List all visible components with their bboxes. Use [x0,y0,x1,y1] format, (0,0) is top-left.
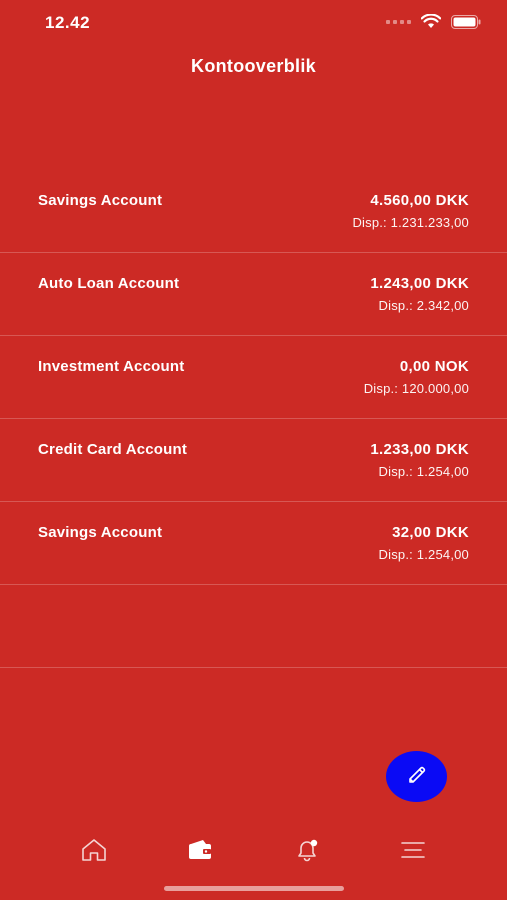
battery-icon [451,14,481,29]
account-name: Savings Account [38,192,163,209]
status-bar: 12.42 [0,0,507,46]
tab-notifications[interactable] [292,838,322,866]
home-indicator[interactable] [164,886,344,891]
status-icons [386,14,481,29]
account-balance: 4.560,00 DKK [370,192,469,209]
edit-pencil-icon [407,764,427,789]
tab-menu[interactable] [398,838,428,866]
account-name: Investment Account [38,358,185,375]
account-row[interactable]: Auto Loan Account 1.243,00 DKK Disp.: 2.… [0,253,507,336]
account-name: Savings Account [38,524,163,541]
account-balance: 32,00 DKK [392,524,469,541]
account-available-balance: Disp.: 1.254,00 [378,464,469,479]
cellular-signal-icon [386,19,411,24]
tab-accounts[interactable] [185,838,215,866]
page-title: Kontooverblik [191,56,316,76]
home-icon [80,838,108,867]
wifi-icon [421,14,441,29]
tab-bar [0,830,507,875]
wallet-icon [186,838,214,867]
account-row[interactable]: Investment Account 0,00 NOK Disp.: 120.0… [0,336,507,419]
list-divider-row [0,585,507,668]
account-available-balance: Disp.: 1.231.233,00 [352,215,469,230]
account-balance: 0,00 NOK [399,358,469,375]
account-available-balance: Disp.: 1.254,00 [378,547,469,562]
menu-icon [399,838,427,867]
account-row[interactable]: Savings Account 4.560,00 DKK Disp.: 1.23… [0,170,507,253]
account-row[interactable]: Credit Card Account 1.233,00 DKK Disp.: … [0,419,507,502]
bell-notification-icon [293,838,321,867]
account-name: Auto Loan Account [38,275,180,292]
account-available-balance: Disp.: 120.000,00 [363,381,469,396]
status-time: 12.42 [45,13,91,32]
account-row[interactable]: Savings Account 32,00 DKK Disp.: 1.254,0… [0,502,507,585]
account-balance: 1.243,00 DKK [370,275,469,292]
account-name: Credit Card Account [38,441,188,458]
edit-fab-button[interactable] [386,751,447,802]
account-available-balance: Disp.: 2.342,00 [378,298,469,313]
account-balance: 1.233,00 DKK [370,441,469,458]
tab-home[interactable] [79,838,109,866]
account-list: Savings Account 4.560,00 DKK Disp.: 1.23… [0,170,507,668]
